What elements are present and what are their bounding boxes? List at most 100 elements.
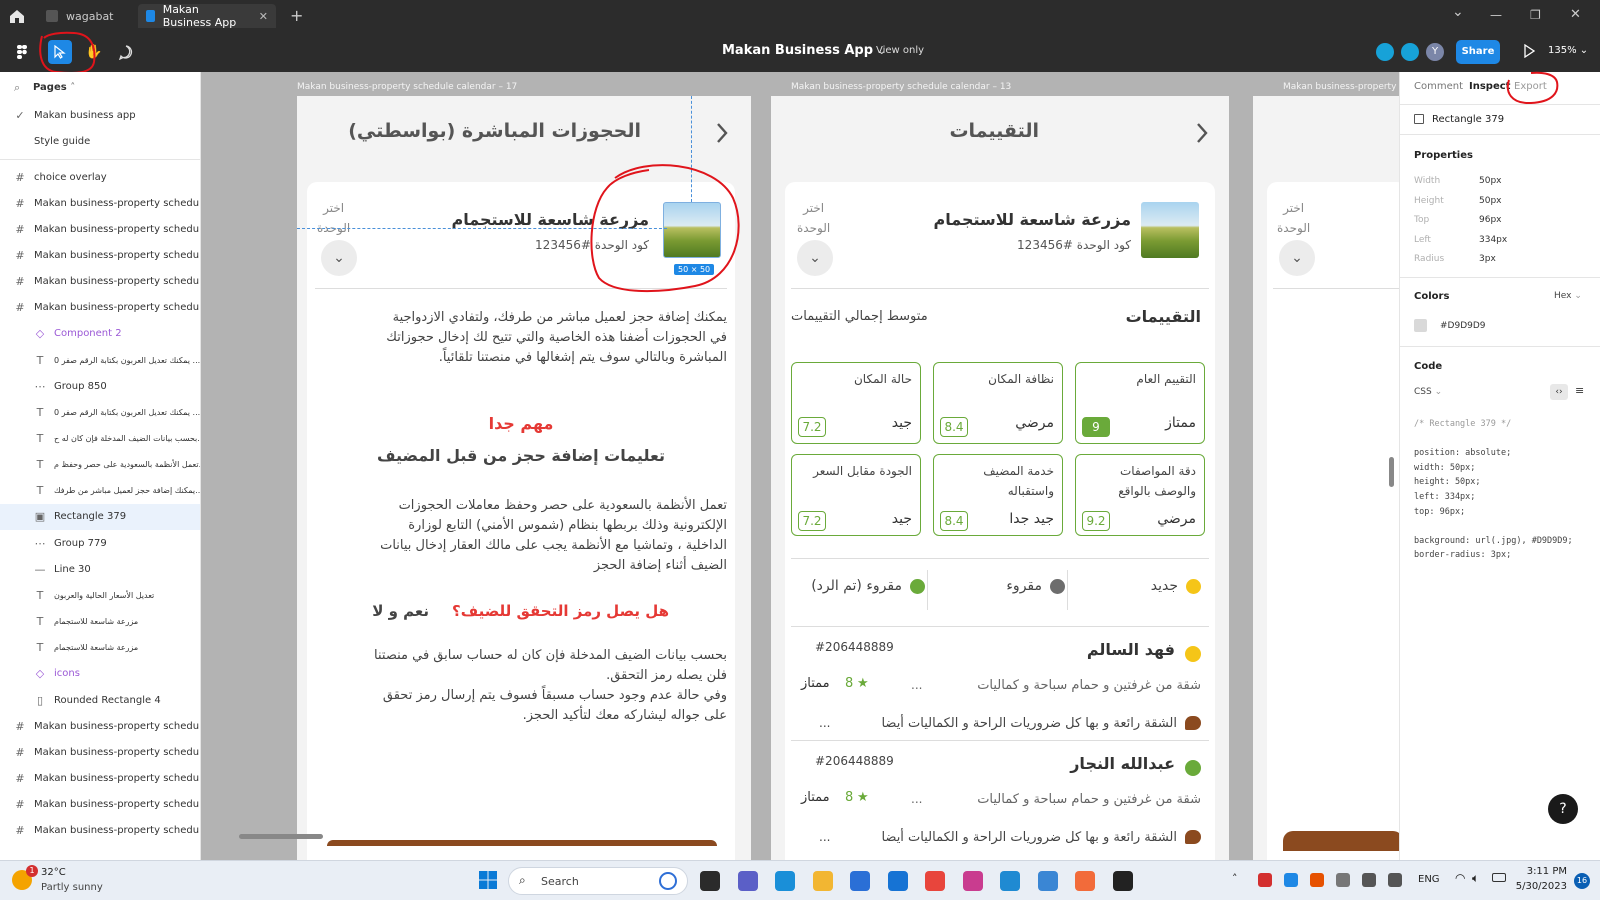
chevron-right-icon[interactable] xyxy=(1195,122,1209,144)
layer-item[interactable]: # Makan business-property schedu... xyxy=(0,295,200,321)
layer-item[interactable]: # Makan business-property schedu... xyxy=(0,269,200,295)
tab-makan-business-app[interactable]: Makan Business App ✕ xyxy=(138,3,276,29)
color-value[interactable]: #D9D9D9 xyxy=(1440,321,1486,331)
layer-item[interactable]: T يمكنك إضافة حجز لعميل مباشر من طرفك... xyxy=(0,478,200,504)
frame-label-13[interactable]: Makan business-property schedule calenda… xyxy=(791,82,1011,92)
tab-wagabat[interactable]: wagabat xyxy=(38,4,133,28)
choose-unit-dropdown[interactable]: ⌄ xyxy=(1279,240,1315,276)
layer-item[interactable]: T تعديل الأسعار الحالية والعربون xyxy=(0,582,200,608)
comment-tool-icon[interactable] xyxy=(114,40,138,64)
layer-item[interactable]: # Makan business-property schedu... xyxy=(0,216,200,242)
color-format-dropdown[interactable]: Hex ⌄ xyxy=(1554,291,1582,301)
show-hidden-icons[interactable]: ˄ xyxy=(1232,872,1238,885)
property-value[interactable]: 96px xyxy=(1479,215,1502,225)
property-value[interactable]: 334px xyxy=(1479,235,1507,245)
frame-ratings[interactable]: التقييمات مزرعة شاسعة للاستجمام كود الوح… xyxy=(771,96,1229,860)
search-icon[interactable]: ⌕ xyxy=(14,81,20,95)
layer-item[interactable]: # Makan business-property schedu... xyxy=(0,713,200,739)
layer-item[interactable]: # Makan business-property schedu... xyxy=(0,792,200,818)
bluetooth-icon[interactable] xyxy=(1284,873,1298,887)
frame-label-17[interactable]: Makan business-property schedule calenda… xyxy=(297,82,517,92)
zoom-dropdown[interactable]: 135% ⌄ xyxy=(1548,45,1588,56)
design-canvas[interactable]: Makan business-property schedule calenda… xyxy=(201,72,1399,860)
comment-more-ellipsis[interactable]: ... xyxy=(819,716,830,730)
share-button[interactable]: Share xyxy=(1456,40,1500,64)
frame-label-next[interactable]: Makan business-property s xyxy=(1283,82,1399,92)
canvas-vertical-scrollbar[interactable] xyxy=(1389,457,1394,487)
list-view-icon[interactable]: ≡ xyxy=(1575,384,1584,397)
tray-cloud-icon[interactable] xyxy=(1336,873,1350,887)
main-menu-icon[interactable] xyxy=(8,40,36,64)
review-item[interactable]: فهد السالم #206448889 شقة من غرفتين و حمام… xyxy=(785,634,1215,744)
battery-icon[interactable] xyxy=(1492,873,1506,882)
new-tab-button[interactable]: + xyxy=(290,6,303,25)
color-swatch[interactable] xyxy=(1414,319,1427,332)
minimize-button[interactable]: — xyxy=(1490,8,1502,22)
filter-option[interactable]: جديد xyxy=(1151,578,1201,594)
help-button[interactable]: ? xyxy=(1548,794,1578,824)
window-menu-chevron-icon[interactable]: ⌄ xyxy=(1452,4,1464,20)
onedrive-tray-icon[interactable] xyxy=(1388,873,1402,887)
postman-icon[interactable] xyxy=(1075,871,1095,891)
layer-item[interactable]: # Makan business-property schedu... xyxy=(0,190,200,216)
layer-item[interactable]: T تعمل الأنظمة بالسعودية على حصر وحفظ م..… xyxy=(0,452,200,478)
layer-item[interactable]: — Line 30 xyxy=(0,556,200,582)
choose-unit-dropdown[interactable]: ⌄ xyxy=(321,240,357,276)
notification-badge[interactable]: 16 xyxy=(1574,873,1590,889)
canvas-horizontal-scrollbar[interactable] xyxy=(239,834,323,839)
filter-option[interactable]: مقروء xyxy=(1006,578,1065,594)
volume-icon[interactable]: 🔈︎ xyxy=(1472,871,1479,886)
task-view-icon[interactable] xyxy=(700,871,720,891)
choose-unit-dropdown[interactable]: ⌄ xyxy=(797,240,833,276)
filter-option[interactable]: مقروء (تم الرد) xyxy=(811,578,925,594)
layer-item[interactable]: ⋯ Group 850 xyxy=(0,373,200,399)
layer-item[interactable]: # Makan business-property schedu... xyxy=(0,765,200,791)
close-window-button[interactable]: ✕ xyxy=(1570,7,1581,22)
chevron-right-icon[interactable] xyxy=(715,122,729,144)
present-play-icon[interactable] xyxy=(1523,44,1535,58)
layer-item[interactable]: T يمكنك تعديل العربون بكتابة الرقم صفر 0 … xyxy=(0,399,200,425)
code-language-dropdown[interactable]: CSS ⌄ xyxy=(1414,387,1442,397)
code-view-icon[interactable]: ‹› xyxy=(1550,384,1568,400)
teams-icon[interactable] xyxy=(737,871,758,891)
file-name-title[interactable]: Makan Business App ⌄ xyxy=(722,43,886,58)
layer-item[interactable]: ◇ Component 2 xyxy=(0,321,200,347)
close-tab-icon[interactable]: ✕ xyxy=(259,10,268,23)
pages-header[interactable]: Pages ˄ xyxy=(33,82,75,93)
microsoft-store-icon[interactable] xyxy=(850,871,870,891)
tray-network-icon[interactable] xyxy=(1362,873,1376,887)
layer-item[interactable]: ⋯ Group 779 xyxy=(0,530,200,556)
clock-date[interactable]: 5/30/2023 xyxy=(1515,881,1567,892)
layer-item[interactable]: ▣ Rectangle 379 xyxy=(0,503,200,530)
more-ellipsis[interactable]: ... xyxy=(911,678,922,692)
page-item-style-guide[interactable]: Style guide xyxy=(0,128,200,154)
frame-next[interactable]: اختر الوحدة ⌄ xyxy=(1253,96,1399,860)
property-value[interactable]: 3px xyxy=(1479,254,1496,264)
layer-item[interactable]: # Makan business-property schedu... xyxy=(0,242,200,268)
wifi-icon[interactable]: ◠ xyxy=(1455,871,1465,885)
property-value[interactable]: 50px xyxy=(1479,196,1502,206)
comment-more-ellipsis[interactable]: ... xyxy=(819,830,830,844)
vscode-icon[interactable] xyxy=(1000,871,1020,891)
layer-item[interactable]: ▯ Rounded Rectangle 4 xyxy=(0,687,200,713)
chrome-icon[interactable] xyxy=(925,871,945,891)
maximize-button[interactable]: ❐ xyxy=(1530,8,1541,22)
page-item-makan-business-app[interactable]: ✓ Makan business app xyxy=(0,102,200,128)
onedrive-icon[interactable] xyxy=(1037,871,1058,891)
clock-time[interactable]: 3:11 PM xyxy=(1525,866,1567,877)
layer-item[interactable]: T بحسب بيانات الضيف المدخلة فإن كان له ح.… xyxy=(0,426,200,452)
home-icon[interactable] xyxy=(8,8,26,24)
review-item[interactable]: عبدالله النجار #206448889 شقة من غرفتين و … xyxy=(785,748,1215,858)
horizontal-scrollbar[interactable] xyxy=(0,834,200,840)
more-ellipsis[interactable]: ... xyxy=(911,792,922,806)
layer-item[interactable]: T مزرعة شاسعة للاستجمام xyxy=(0,635,200,661)
layer-item[interactable]: # Makan business-property schedu... xyxy=(0,739,200,765)
start-button[interactable] xyxy=(478,870,498,890)
edge-icon[interactable] xyxy=(775,871,795,891)
file-explorer-icon[interactable] xyxy=(812,871,833,891)
layer-item[interactable]: # choice overlay xyxy=(0,164,200,190)
layer-item[interactable]: T يمكنك تعديل العربون بكتابة الرقم صفر 0 … xyxy=(0,347,200,373)
language-indicator[interactable]: ENG xyxy=(1418,874,1440,885)
mail-icon[interactable] xyxy=(887,871,908,891)
tray-app-icon-2[interactable] xyxy=(1310,873,1324,887)
